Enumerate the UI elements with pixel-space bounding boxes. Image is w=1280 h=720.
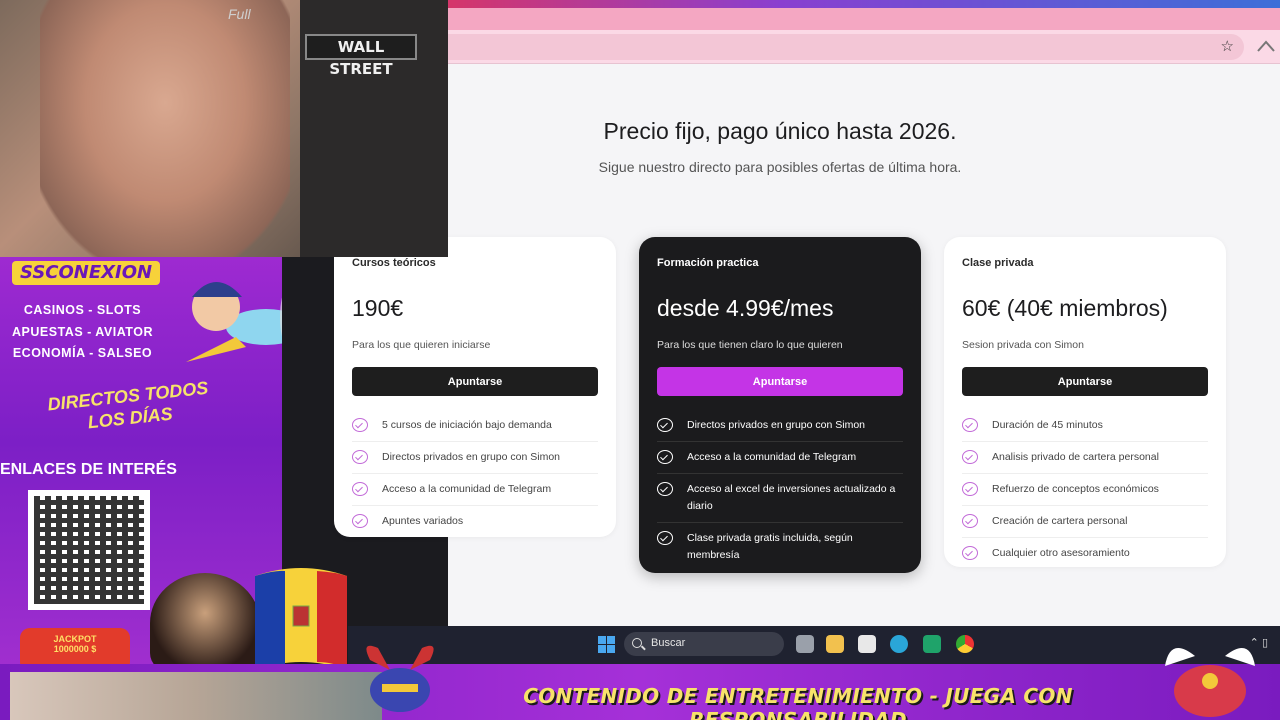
- feature-item: Cualquier otro asesoramiento: [962, 538, 1208, 569]
- feature-item: 5 cursos de iniciación bajo demanda: [352, 410, 598, 442]
- feature-text: Apuntes variados: [382, 515, 464, 527]
- subscribe-button[interactable]: Apuntarse: [962, 367, 1208, 396]
- jackpot-label: JACKPOT: [53, 634, 97, 644]
- directos-tagline: DIRECTOS TODOS LOS DÍAS: [46, 377, 210, 433]
- feature-item: Apuntes variados: [352, 506, 598, 537]
- plan-description: Para los que quieren iniciarse: [352, 339, 491, 351]
- edge-browser-icon[interactable]: [890, 635, 908, 653]
- check-circle-icon: [962, 418, 978, 432]
- feature-text: Refuerzo de conceptos económicos: [992, 483, 1159, 495]
- app-icon[interactable]: [923, 635, 941, 653]
- feature-text: Analisis privado de cartera personal: [992, 451, 1159, 463]
- feature-list: Directos privados en grupo con Simon Acc…: [657, 410, 903, 571]
- secondary-camera-feed: [10, 672, 382, 720]
- windows-start-icon[interactable]: [598, 636, 615, 653]
- file-explorer-icon[interactable]: [826, 635, 844, 653]
- feature-item: Refuerzo de conceptos económicos: [962, 474, 1208, 506]
- feature-item: Acceso a la comunidad de Telegram: [352, 474, 598, 506]
- links-heading: ENLACES DE INTERÉS: [0, 461, 177, 478]
- webcam-corner-text: Full: [228, 6, 251, 22]
- feature-item: Analisis privado de cartera personal: [962, 442, 1208, 474]
- address-bar: ☆: [448, 30, 1280, 64]
- search-placeholder: Buscar: [651, 637, 686, 649]
- check-circle-icon: [657, 450, 673, 464]
- wall-street-sign: WALL STREET: [305, 34, 417, 78]
- jackpot-amount: 1000000 $: [53, 644, 97, 654]
- feature-item: Directos privados en grupo con Simon: [657, 410, 903, 442]
- plan-title: Cursos teóricos: [352, 257, 436, 269]
- plan-price: desde 4.99€/mes: [657, 295, 834, 321]
- feature-item: Acceso al excel de inversiones actualiza…: [657, 474, 903, 523]
- andorra-flag-illustration: [255, 568, 347, 670]
- feature-item: Clase privada gratis incluida, según mem…: [657, 523, 903, 571]
- plan-description: Sesion privada con Simon: [962, 339, 1084, 351]
- check-circle-icon: [657, 531, 673, 545]
- menu-line-apuestas: APUESTAS - AVIATOR: [12, 325, 153, 339]
- check-circle-icon: [962, 546, 978, 560]
- subscribe-button[interactable]: Apuntarse: [352, 367, 598, 396]
- tab-bar: [448, 8, 1280, 30]
- feature-text: 5 cursos de iniciación bajo demanda: [382, 419, 552, 431]
- extension-icon[interactable]: [1256, 39, 1276, 55]
- plan-title: Formación practica: [657, 257, 759, 269]
- pilot-plane-illustration: [186, 282, 282, 362]
- subscribe-button[interactable]: Apuntarse: [657, 367, 903, 396]
- windows-taskbar: Buscar ⌃ ▯: [348, 626, 1280, 664]
- feature-list: Duración de 45 minutos Analisis privado …: [962, 410, 1208, 569]
- check-circle-icon: [352, 418, 368, 432]
- feature-item: Directos privados en grupo con Simon: [352, 442, 598, 474]
- chrome-icon[interactable]: [956, 635, 974, 653]
- taskbar-search[interactable]: Buscar: [624, 632, 784, 656]
- plan-card-formacion: Formación practica desde 4.99€/mes Para …: [639, 237, 921, 573]
- feature-text: Duración de 45 minutos: [992, 419, 1103, 431]
- check-circle-icon: [657, 418, 673, 432]
- check-circle-icon: [352, 514, 368, 528]
- viking-mascot-left: [366, 645, 434, 712]
- responsible-gaming-banner: CONTENIDO DE ENTRETENIMIENTO - JUEGA CON…: [523, 684, 1073, 720]
- page-subtitle: Sigue nuestro directo para posibles ofer…: [598, 159, 962, 175]
- bookmark-star-icon[interactable]: ☆: [1221, 37, 1234, 55]
- feature-text: Directos privados en grupo con Simon: [382, 451, 561, 463]
- check-circle-icon: [962, 450, 978, 464]
- feature-text: Creación de cartera personal: [992, 515, 1128, 527]
- feature-text: Clase privada gratis incluida, según mem…: [687, 532, 853, 561]
- check-circle-icon: [352, 450, 368, 464]
- task-view-icon[interactable]: [796, 635, 814, 653]
- menu-line-casinos: CASINOS - SLOTS: [23, 303, 142, 317]
- feature-item: Creación de cartera personal: [962, 506, 1208, 538]
- webcam-feed: WALL STREET Full: [0, 0, 448, 257]
- plan-title: Clase privada: [962, 257, 1034, 269]
- check-circle-icon: [962, 514, 978, 528]
- plan-description: Para los que tienen claro lo que quieren: [657, 339, 843, 351]
- brand-logo: SSCONEXION: [12, 261, 161, 285]
- feature-text: Acceso a la comunidad de Telegram: [687, 451, 857, 463]
- feature-item: Acceso a la comunidad de Telegram: [657, 442, 903, 474]
- plan-card-clase-privada: Clase privada 60€ (40€ miembros) Sesion …: [944, 237, 1226, 567]
- qr-code[interactable]: [28, 490, 150, 610]
- check-circle-icon: [352, 482, 368, 496]
- check-circle-icon: [657, 482, 673, 496]
- check-circle-icon: [962, 482, 978, 496]
- virgin-illustration: [150, 573, 260, 670]
- feature-item: Duración de 45 minutos: [962, 410, 1208, 442]
- streamer-image: [40, 0, 290, 257]
- plan-price: 190€: [352, 295, 404, 321]
- feature-text: Acceso a la comunidad de Telegram: [382, 483, 552, 495]
- plan-card-cursos: Cursos teóricos 190€ Para los que quiere…: [334, 237, 616, 537]
- feature-text: Cualquier otro asesoramiento: [992, 547, 1130, 559]
- winged-helmet-mascot: [1165, 648, 1255, 717]
- url-field[interactable]: ☆: [448, 34, 1244, 60]
- feature-text: Directos privados en grupo con Simon: [687, 419, 866, 431]
- feature-text: Acceso al excel de inversiones actualiza…: [687, 483, 896, 512]
- store-icon[interactable]: [858, 635, 876, 653]
- plan-price: 60€ (40€ miembros): [962, 295, 1168, 321]
- feature-list: 5 cursos de iniciación bajo demanda Dire…: [352, 410, 598, 537]
- page-title: Precio fijo, pago único hasta 2026.: [603, 118, 957, 144]
- stream-sidebar: SSCONEXION CASINOS - SLOTS APUESTAS - AV…: [0, 257, 282, 670]
- search-icon: [632, 638, 642, 648]
- window-accent-strip: [448, 0, 1280, 8]
- menu-line-economia: ECONOMÍA - SALSEO: [12, 346, 153, 360]
